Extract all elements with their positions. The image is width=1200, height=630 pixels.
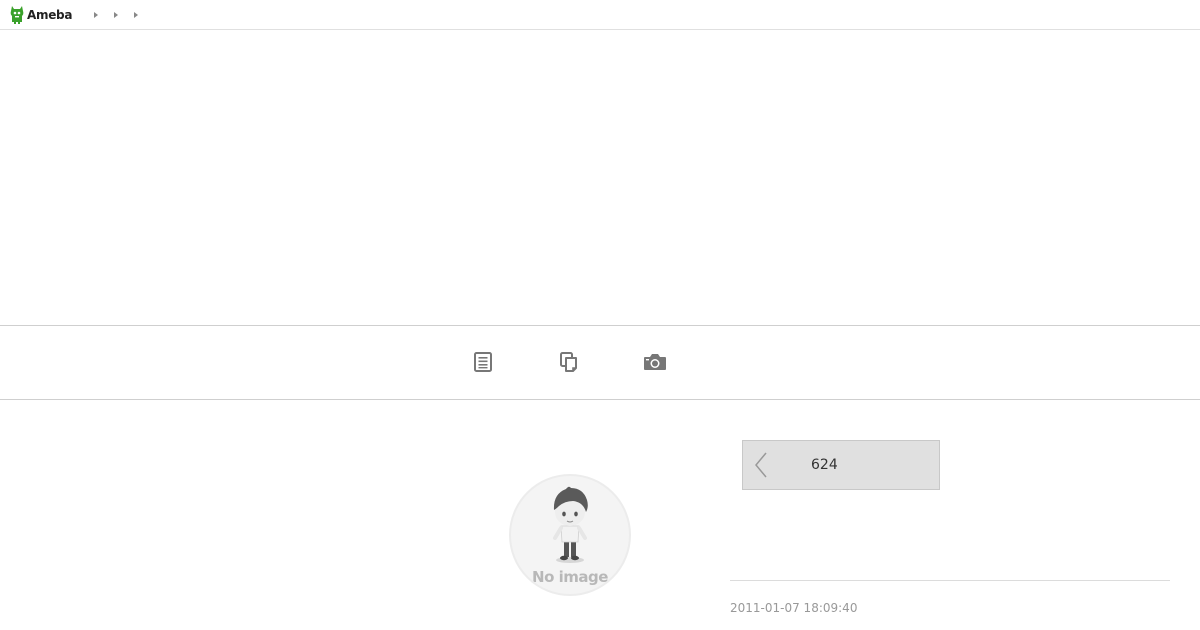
ameba-logo[interactable]: Ameba — [9, 0, 72, 30]
photo-button[interactable] — [641, 348, 669, 376]
entry-timestamp: 2011-01-07 18:09:40 — [730, 601, 858, 615]
document-button[interactable] — [469, 348, 497, 376]
ameba-logo-icon — [10, 5, 24, 24]
global-header: Ameba — [0, 0, 1200, 30]
profile-avatar[interactable]: No image — [509, 474, 631, 596]
entry-toolbar — [0, 325, 1200, 400]
copy-icon — [560, 352, 577, 372]
breadcrumb-item[interactable] — [86, 0, 106, 30]
document-icon — [474, 352, 492, 372]
chevron-left-icon — [755, 452, 767, 478]
breadcrumb-item[interactable] — [126, 0, 146, 30]
previous-entry-button[interactable]: 624 — [742, 440, 940, 490]
breadcrumb — [86, 0, 146, 30]
breadcrumb-item[interactable] — [106, 0, 126, 30]
chevron-right-icon — [94, 11, 99, 18]
entry-count: 624 — [811, 457, 838, 473]
no-image-label: No image — [532, 568, 608, 586]
divider — [730, 580, 1170, 581]
chevron-right-icon — [134, 11, 139, 18]
pager-prev — [743, 441, 779, 489]
chevron-right-icon — [114, 11, 119, 18]
copy-button[interactable] — [555, 348, 583, 376]
camera-icon — [644, 354, 666, 370]
logo-text: Ameba — [27, 7, 73, 22]
